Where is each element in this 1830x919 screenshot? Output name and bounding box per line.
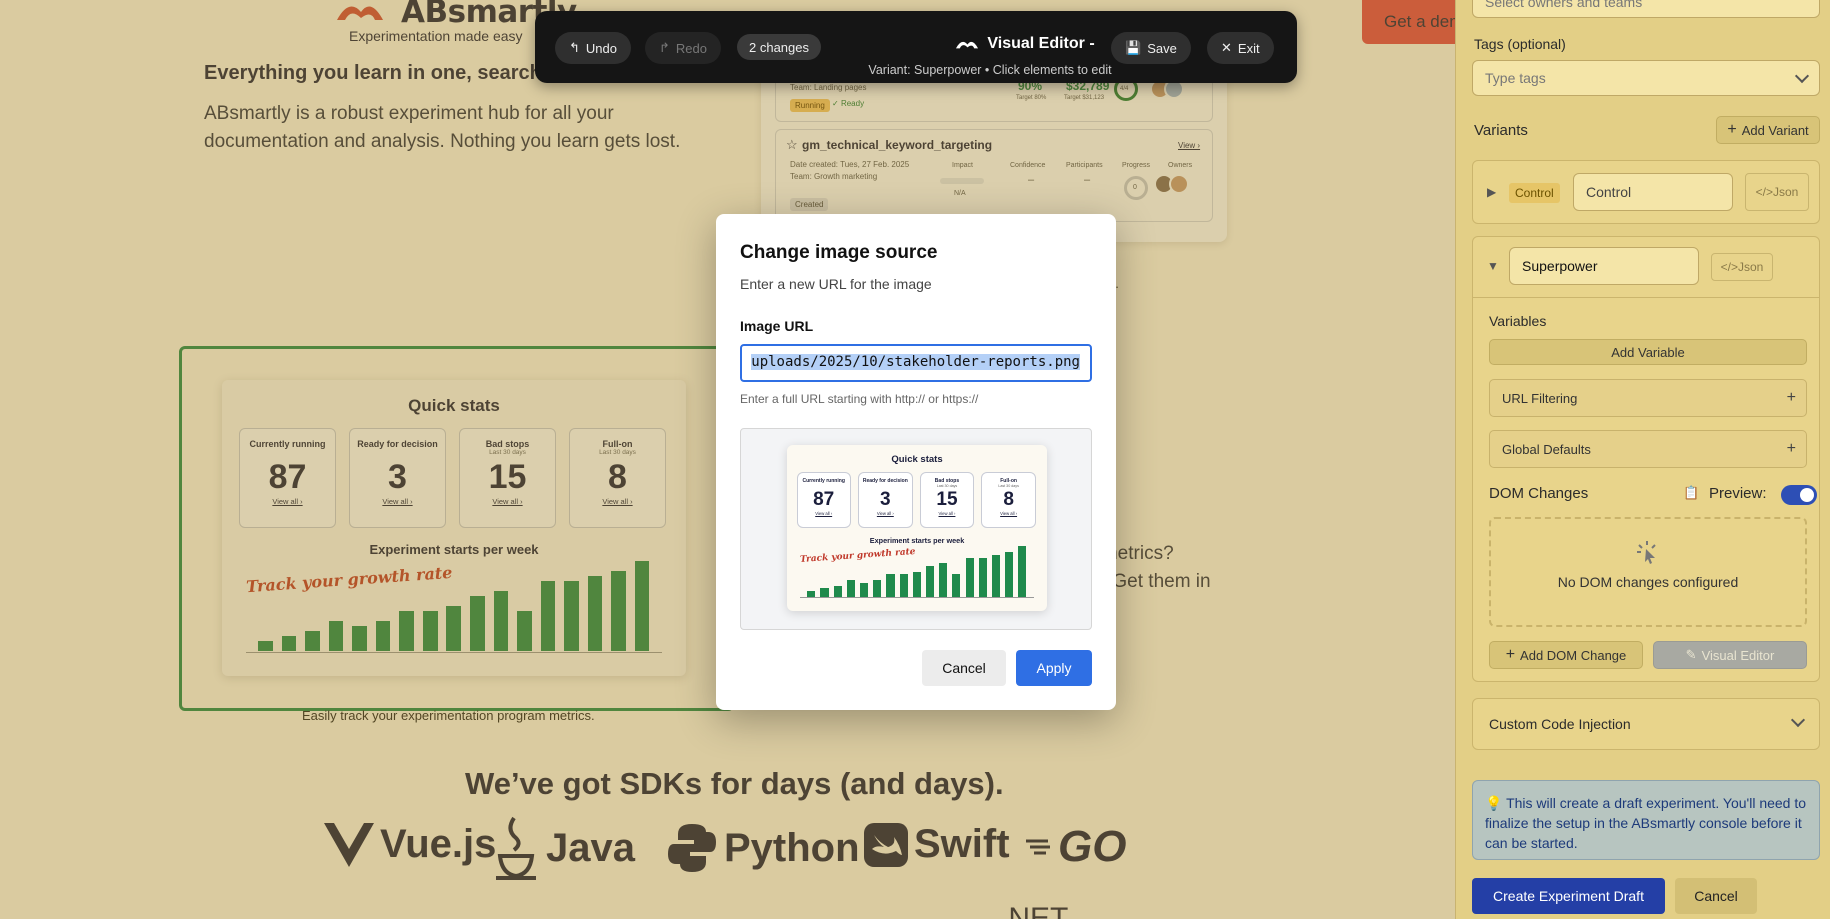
- editor-subtitle: Variant: Superpower • Click elements to …: [868, 63, 1112, 77]
- cancel-button[interactable]: Cancel: [922, 650, 1006, 686]
- stat-card: Full-on Last 30 days 8 View all ›: [981, 471, 1036, 528]
- redo-button[interactable]: ↱ Redo: [645, 32, 721, 64]
- draft-info-note: 💡 This will create a draft experiment. Y…: [1472, 780, 1820, 860]
- add-variable-button[interactable]: Add Variable: [1489, 339, 1807, 365]
- chart-bar: [939, 563, 948, 597]
- variants-label: Variants: [1474, 122, 1528, 139]
- chart-bar: [991, 554, 1001, 597]
- bar-chart: [805, 544, 1029, 597]
- image-url-input[interactable]: uploads/2025/10/stakeholder-reports.png: [740, 344, 1092, 382]
- image-url-help: Enter a full URL starting with http:// o…: [740, 392, 979, 406]
- quick-stats-title: Quick stats: [891, 453, 943, 465]
- tags-label: Tags (optional): [1474, 36, 1566, 52]
- variant-card-superpower: ▼ Superpower </>Json Variables Add Varia…: [1472, 236, 1820, 682]
- dialog-subtitle: Enter a new URL for the image: [740, 276, 932, 292]
- stat-label: Currently running: [802, 478, 845, 485]
- no-dom-text: No DOM changes configured: [1557, 574, 1739, 590]
- chart-bar: [1005, 552, 1014, 597]
- visual-editor-button[interactable]: ✎ Visual Editor: [1653, 641, 1807, 669]
- stat-value: 3: [880, 488, 891, 510]
- custom-code-section[interactable]: Custom Code Injection: [1472, 698, 1820, 750]
- dom-changes-header: DOM Changes 📋 Preview:: [1489, 477, 1817, 513]
- stat-value: 87: [813, 488, 835, 510]
- plus-icon: +: [1505, 646, 1516, 663]
- collapse-icon[interactable]: ▼: [1487, 259, 1499, 273]
- visual-editor-toolbar: ↰ Undo ↱ Redo 2 changes Visual Editor - Va…: [535, 11, 1297, 83]
- chart-bar: [873, 580, 882, 597]
- redo-icon: ↱: [659, 40, 670, 55]
- create-experiment-draft-button[interactable]: Create Experiment Draft: [1472, 878, 1665, 914]
- plus-icon: +: [1786, 440, 1796, 457]
- owners-select[interactable]: Select owners and teams: [1472, 0, 1820, 18]
- variables-label: Variables: [1489, 313, 1547, 329]
- change-image-dialog: Change image source Enter a new URL for …: [716, 214, 1116, 710]
- variant-card-control: ▶ Control Control </>Json: [1472, 160, 1820, 224]
- dom-changes-empty: No DOM changes configured: [1489, 517, 1807, 627]
- control-badge: Control: [1509, 183, 1560, 203]
- add-variant-button[interactable]: + Add Variant: [1716, 116, 1820, 144]
- expand-icon[interactable]: ▶: [1487, 185, 1496, 199]
- lightbulb-icon: 💡: [1485, 795, 1503, 811]
- variant-name-input[interactable]: Superpower: [1509, 247, 1699, 285]
- experiment-sidebar: Select owners and teams Tags (optional) …: [1455, 0, 1830, 919]
- dialog-title: Change image source: [740, 242, 938, 263]
- json-button[interactable]: </>Json: [1745, 173, 1809, 211]
- variant-name-input[interactable]: Control: [1573, 173, 1733, 211]
- changes-count-badge: 2 changes: [737, 34, 821, 60]
- save-button[interactable]: 💾 Save: [1111, 32, 1191, 64]
- chart-bar: [965, 557, 974, 597]
- view-all-link: View all ›: [815, 511, 833, 517]
- undo-icon: ↰: [569, 40, 580, 55]
- chart-bar: [899, 574, 908, 597]
- undo-button[interactable]: ↰ Undo: [555, 32, 631, 64]
- floppy-icon: 💾: [1125, 40, 1142, 55]
- image-url-label: Image URL: [740, 318, 814, 334]
- preview-image: Quick stats Currently running 87 View all ›…: [787, 445, 1047, 611]
- tags-input[interactable]: Type tags: [1472, 60, 1820, 96]
- dom-changes-label: DOM Changes: [1489, 485, 1589, 502]
- chart-bar: [846, 580, 856, 597]
- chart-axis: [800, 597, 1034, 599]
- view-all-link: View all ›: [1000, 511, 1018, 517]
- url-filtering-section[interactable]: URL Filtering +: [1489, 379, 1807, 417]
- absmartly-logo-icon: [956, 41, 979, 49]
- stat-card: Currently running 87 View all ›: [796, 471, 851, 528]
- preview-toggle[interactable]: [1781, 485, 1817, 505]
- chart-bar: [820, 588, 829, 597]
- pencil-icon: ✎: [1685, 647, 1697, 662]
- add-dom-change-button[interactable]: + Add DOM Change: [1489, 641, 1643, 669]
- cancel-button[interactable]: Cancel: [1675, 878, 1757, 914]
- divider: [1473, 297, 1819, 298]
- chart-bar: [1018, 546, 1027, 597]
- image-url-value: uploads/2025/10/stakeholder-reports.png: [751, 354, 1080, 370]
- chart-bar: [912, 571, 921, 597]
- image-preview: Quick stats Currently running 87 View all ›…: [740, 428, 1092, 630]
- chart-bar: [833, 585, 842, 597]
- chart-bar: [860, 582, 869, 597]
- preview-label: Preview:: [1709, 485, 1767, 502]
- plus-icon: +: [1786, 389, 1796, 406]
- chevron-down-icon: [1794, 68, 1810, 84]
- view-all-link: View all ›: [938, 511, 956, 517]
- chart-bar: [978, 557, 987, 597]
- chart-bar: [952, 574, 961, 597]
- chart-bar: [925, 566, 935, 597]
- clipboard-icon[interactable]: 📋: [1683, 485, 1699, 501]
- stat-label: Ready for decision: [862, 478, 908, 485]
- plus-icon: +: [1727, 121, 1737, 138]
- global-defaults-section[interactable]: Global Defaults +: [1489, 430, 1807, 468]
- json-button[interactable]: </>Json: [1711, 253, 1773, 281]
- stat-card: Ready for decision 3 View all ›: [858, 471, 913, 528]
- exit-button[interactable]: ✕ Exit: [1207, 32, 1274, 64]
- close-icon: ✕: [1221, 40, 1232, 55]
- stat-card: Bad stops Last 30 days 15 View all ›: [919, 471, 975, 528]
- chart-bar: [886, 574, 895, 597]
- chevron-down-icon: [1790, 712, 1806, 728]
- apply-button[interactable]: Apply: [1016, 650, 1092, 686]
- view-all-link: View all ›: [876, 511, 894, 517]
- cursor-click-icon: [1637, 541, 1656, 564]
- stat-value: 8: [1003, 488, 1014, 510]
- chart-bar: [807, 591, 816, 597]
- stat-value: 15: [936, 488, 958, 510]
